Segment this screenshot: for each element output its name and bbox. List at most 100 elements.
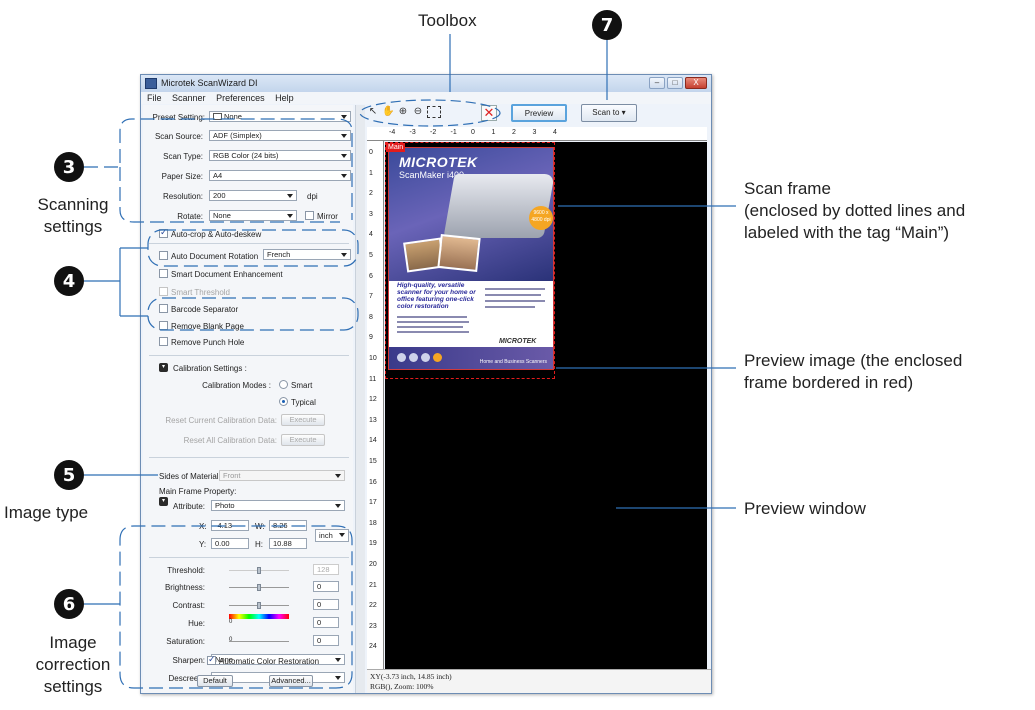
close-button[interactable]: X	[685, 77, 707, 89]
x-label: X:	[199, 522, 207, 531]
frame-select-icon[interactable]	[427, 106, 441, 118]
ruler-tick-label: 3	[532, 129, 537, 136]
x-input[interactable]: -4.13	[211, 520, 249, 531]
calibration-collapse-button[interactable]: ▾	[159, 363, 168, 372]
saturation-input[interactable]: 0	[313, 635, 339, 646]
preset-dropdown[interactable]: None	[209, 111, 351, 122]
y-label: Y:	[199, 540, 207, 549]
saturation-slider[interactable]	[229, 641, 289, 642]
toolbox-label: Toolbox	[418, 11, 477, 30]
paper-size-dropdown[interactable]: A4	[209, 170, 351, 181]
y-input[interactable]: 0.00	[211, 538, 249, 549]
autocrop-checkbox[interactable]	[159, 227, 168, 238]
threshold-slider-thumb[interactable]	[257, 567, 261, 574]
attribute-dropdown[interactable]: Photo	[211, 500, 345, 511]
title-bar[interactable]: Microtek ScanWizard DI – □ X	[141, 75, 711, 92]
calibration-smart-label: Smart	[291, 381, 313, 390]
smart-doc-enhancement-checkbox[interactable]	[159, 269, 168, 278]
reset-all-execute-button[interactable]: Execute	[281, 434, 325, 446]
preview-button[interactable]: Preview	[511, 104, 567, 122]
attribute-label: Attribute:	[173, 502, 206, 511]
divider	[149, 355, 349, 356]
ruler-tick-label: 0	[369, 149, 373, 156]
ruler-tick-label: 21	[369, 581, 377, 589]
zoom-in-icon[interactable]: ⊕	[397, 105, 409, 119]
badge-5: 5	[54, 460, 84, 490]
preview-image-line2: frame bordered in red)	[744, 373, 914, 392]
cancel-icon[interactable]: ✕	[481, 105, 497, 121]
resolution-dropdown[interactable]: 200	[209, 190, 297, 201]
ruler-tick-label: 8	[369, 313, 373, 321]
badge-3: 3	[54, 152, 84, 182]
ruler-tick-label: 13	[369, 416, 377, 424]
scan-frame-label: Scan frame (enclosed by dotted lines and…	[744, 178, 965, 244]
smart-threshold-label: Smart Threshold	[171, 288, 230, 297]
smart-threshold-checkbox[interactable]	[159, 287, 168, 296]
advanced-button[interactable]: Advanced...	[269, 675, 313, 687]
scan-type-dropdown[interactable]: RGB Color (24 bits)	[209, 150, 351, 161]
scan-frame-tag: Main	[386, 143, 406, 152]
unit-dropdown[interactable]: inch	[315, 529, 349, 542]
scan-frame-line1: Scan frame	[744, 179, 831, 198]
scan-source-dropdown[interactable]: ADF (Simplex)	[209, 130, 351, 141]
scan-frame-line2: (enclosed by dotted lines and	[744, 201, 966, 220]
maximize-button[interactable]: □	[667, 77, 683, 89]
divider	[149, 557, 349, 558]
hue-spectrum-slider[interactable]	[229, 614, 289, 619]
zoom-out-icon[interactable]: ⊖	[412, 105, 424, 119]
ruler-tick-label: 14	[369, 437, 377, 445]
window-title: Microtek ScanWizard DI	[161, 78, 258, 88]
remove-punch-hole-checkbox[interactable]	[159, 337, 168, 346]
menu-help[interactable]: Help	[275, 93, 294, 103]
h-input[interactable]: 10.88	[269, 538, 307, 549]
autocrop-label: Auto-crop & Auto-deskew	[171, 230, 262, 239]
badge-6: 6	[54, 589, 84, 619]
threshold-input[interactable]: 128	[313, 564, 339, 575]
menu-scanner[interactable]: Scanner	[172, 93, 206, 103]
mirror-checkbox[interactable]	[305, 211, 314, 220]
scan-to-button[interactable]: Scan to ▾	[581, 104, 637, 122]
auto-color-restoration-checkbox[interactable]	[207, 654, 216, 665]
reset-current-label: Reset Current Calibration Data:	[165, 416, 277, 425]
app-icon	[145, 78, 157, 89]
menu-file[interactable]: File	[147, 93, 162, 103]
ruler-tick-label: -2	[430, 129, 437, 136]
default-button[interactable]: Default	[197, 675, 233, 687]
vertical-ruler: 0 1 2 3 4 5 6 7 8 9 10 11 12 13 14 15 16 17 18 19 20 21 22 23 24	[367, 141, 384, 669]
hue-input[interactable]: 0	[313, 617, 339, 628]
menu-preferences[interactable]: Preferences	[216, 93, 265, 103]
brightness-slider-thumb[interactable]	[257, 584, 261, 591]
barcode-separator-checkbox[interactable]	[159, 304, 168, 313]
minimize-button[interactable]: –	[649, 77, 665, 89]
ruler-tick-label: 2	[512, 129, 516, 136]
calibration-smart-radio[interactable]	[279, 380, 288, 389]
hue-label: Hue:	[188, 619, 205, 628]
panel-scrollbar[interactable]	[355, 105, 365, 693]
scan-frame[interactable]: Main	[385, 142, 555, 379]
hand-icon[interactable]: ✋	[382, 105, 394, 119]
calibration-typical-radio[interactable]	[279, 397, 288, 406]
status-coordinates: XY(-3.73 inch, 14.85 inch)	[370, 672, 452, 681]
contrast-slider-thumb[interactable]	[257, 602, 261, 609]
remove-blank-page-checkbox[interactable]	[159, 321, 168, 330]
ruler-tick-label: 0	[471, 129, 475, 136]
auto-doc-rotation-checkbox[interactable]	[159, 251, 168, 260]
pointer-icon[interactable]: ↖	[367, 105, 379, 119]
w-input[interactable]: 8.26	[269, 520, 307, 531]
ruler-tick-label: 16	[369, 478, 377, 486]
ruler-tick-label: 23	[369, 622, 377, 630]
window-controls: – □ X	[649, 77, 707, 89]
h-label: H:	[255, 540, 263, 549]
rotation-language-dropdown[interactable]: French	[263, 249, 351, 260]
auto-color-restoration-label: Automatic Color Restoration	[219, 657, 320, 666]
reset-current-execute-button[interactable]: Execute	[281, 414, 325, 426]
brightness-input[interactable]: 0	[313, 581, 339, 592]
ruler-tick-label: 2	[369, 190, 373, 198]
contrast-input[interactable]: 0	[313, 599, 339, 610]
sides-dropdown[interactable]: Front	[219, 470, 345, 481]
ruler-tick-label: 19	[369, 540, 377, 548]
main-frame-collapse-button[interactable]: ▾	[159, 497, 168, 506]
scanwizard-window: Microtek ScanWizard DI – □ X File Scanne…	[140, 74, 712, 694]
rotate-dropdown[interactable]: None	[209, 210, 297, 221]
remove-punch-hole-label: Remove Punch Hole	[171, 338, 245, 347]
